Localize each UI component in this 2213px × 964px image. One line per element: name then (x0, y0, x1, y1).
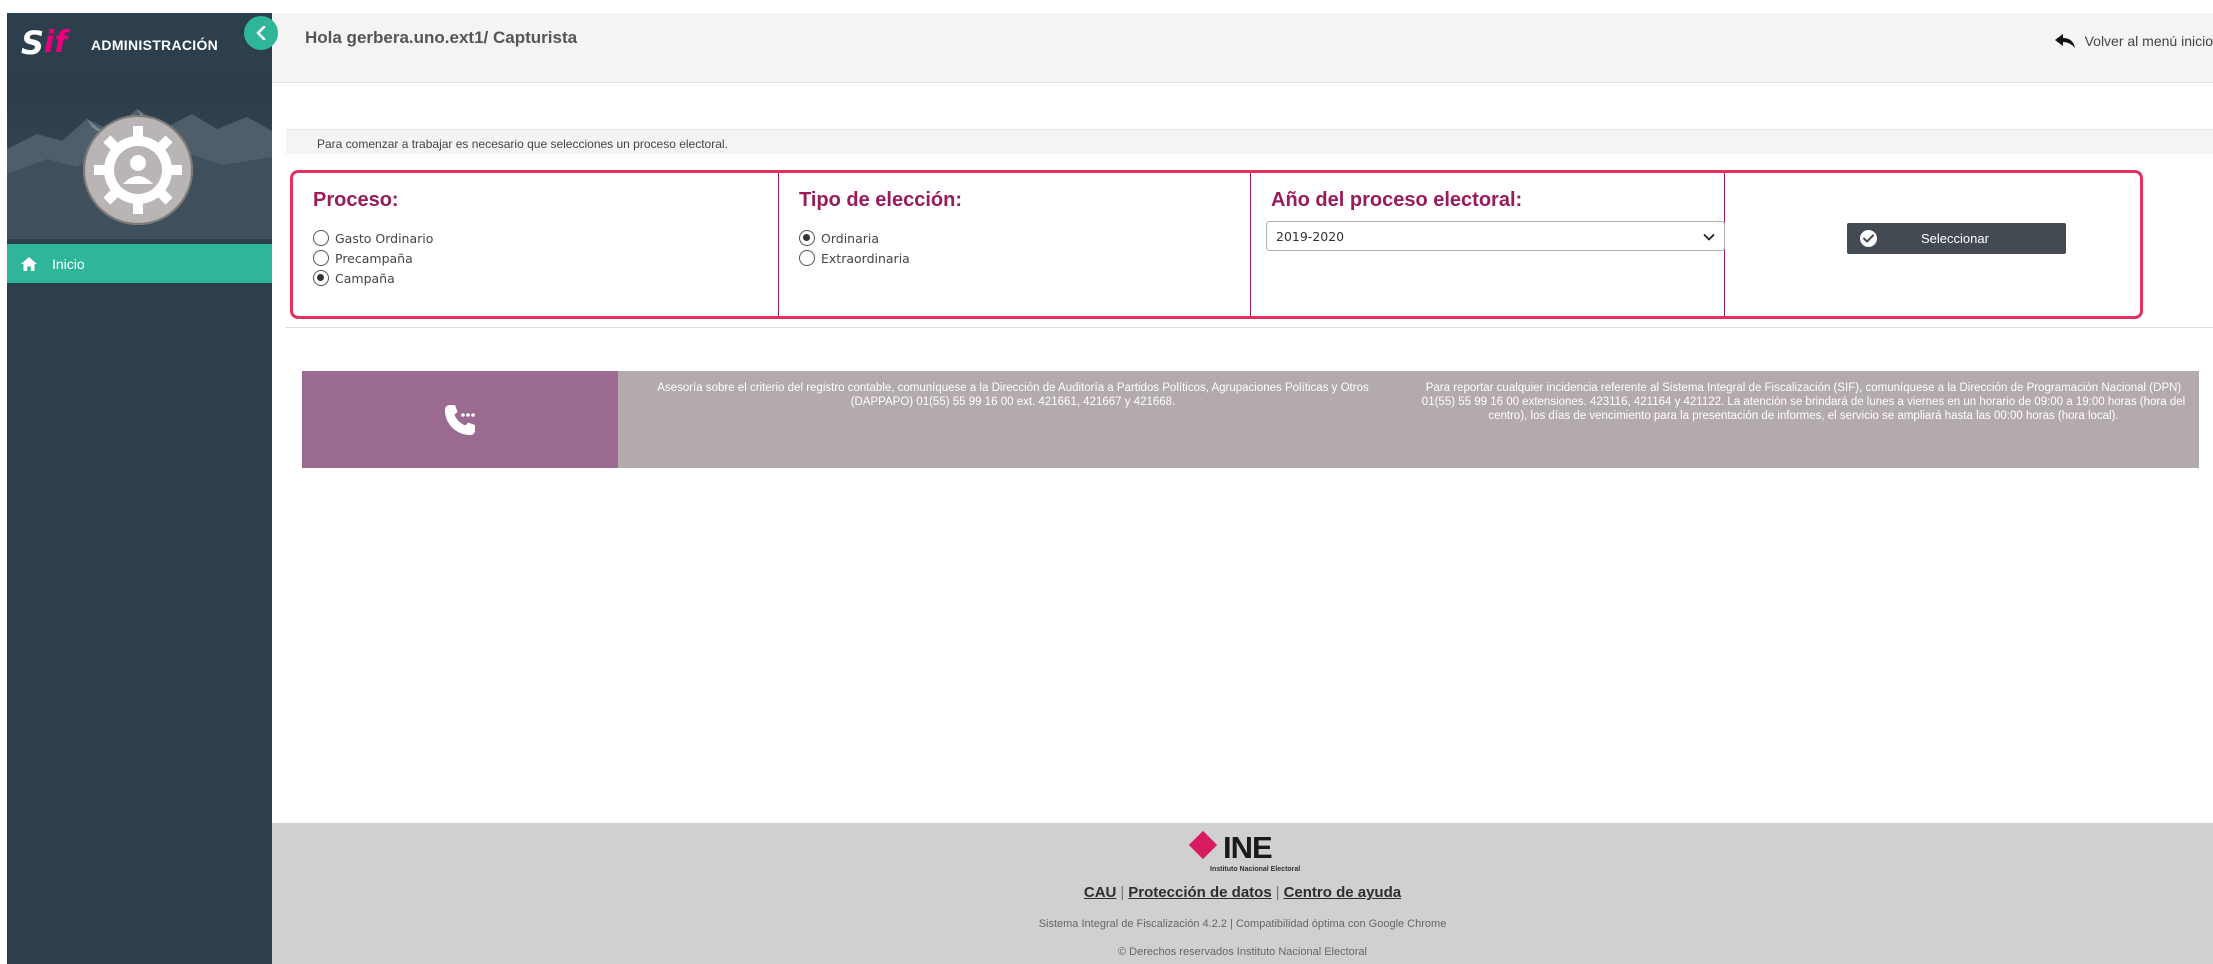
brand-title: ADMINISTRACIÓN (91, 37, 219, 53)
back-to-menu-link[interactable]: Volver al menú inicio (2054, 33, 2213, 49)
year-select-value: 2019-2020 (1276, 229, 1345, 244)
centro-ayuda-link[interactable]: Centro de ayuda (1284, 884, 1402, 901)
anio-proceso-column: Año del proceso electoral: 2019-2020 (1251, 173, 1725, 316)
proteccion-datos-link[interactable]: Protección de datos (1128, 884, 1271, 901)
ine-diamond-icon (1188, 830, 1218, 860)
sidebar-item-label: Inicio (52, 255, 85, 272)
tipo-eleccion-title: Tipo de elección: (799, 189, 962, 211)
tipo-eleccion-radio-group: Ordinaria Extraordinaria (799, 228, 910, 268)
check-circle-icon (1860, 230, 1877, 247)
chevron-left-icon (256, 26, 266, 40)
user-gear-icon (94, 126, 182, 214)
seleccionar-button[interactable]: Seleccionar (1847, 223, 2066, 254)
avatar (83, 115, 193, 225)
link-separator: | (1120, 884, 1125, 901)
year-select[interactable]: 2019-2020 (1266, 221, 1725, 251)
contact-text-dappapo: Asesoría sobre el criterio del registro … (657, 382, 1369, 408)
ine-logo: INE Instituto Nacional Electoral (1188, 830, 1313, 876)
instruction-notice: Para comenzar a trabajar es necesario qu… (286, 129, 2213, 154)
contact-text-dpn: Para reportar cualquier incidencia refer… (1421, 382, 2186, 422)
app-root: S if ADMINISTRACIÓN Inicio Hola gerbera.… (0, 0, 2213, 964)
radio-label: Ordinaria (821, 230, 880, 246)
anio-proceso-title: Año del proceso electoral: (1271, 189, 1523, 211)
divider (286, 327, 2213, 328)
footer-links: CAU | Protección de datos | Centro de ayuda (272, 884, 2213, 901)
proceso-radio-group: Gasto Ordinario Precampaña Campaña (313, 228, 433, 288)
radio-precampana[interactable]: Precampaña (313, 248, 433, 268)
ine-logo-text: INE (1223, 830, 1273, 865)
phone-icon (445, 404, 475, 435)
chevron-down-icon (1703, 234, 1715, 241)
action-column: Seleccionar (1725, 173, 2140, 316)
radio-label: Campaña (335, 270, 395, 286)
tipo-eleccion-column: Tipo de elección: Ordinaria Extraordinar… (779, 173, 1251, 316)
collapse-sidebar-button[interactable] (244, 16, 278, 50)
footer: INE Instituto Nacional Electoral CAU | Pro… (272, 823, 2213, 964)
radio-gasto-ordinario[interactable]: Gasto Ordinario (313, 228, 433, 248)
logo-if: if (44, 25, 68, 60)
radio-label: Precampaña (335, 250, 413, 266)
sidebar: S if ADMINISTRACIÓN Inicio (7, 13, 272, 964)
radio-button[interactable] (313, 250, 329, 266)
profile-area (7, 79, 272, 239)
radio-button[interactable] (313, 270, 329, 286)
contact-banner: Asesoría sobre el criterio del registro … (302, 371, 2199, 468)
radio-button[interactable] (799, 230, 815, 246)
radio-extraordinaria[interactable]: Extraordinaria (799, 248, 910, 268)
radio-label: Extraordinaria (821, 250, 910, 266)
footer-copyright: © Derechos reservados Instituto Nacional… (1118, 946, 1367, 958)
proceso-title: Proceso: (313, 189, 399, 211)
seleccionar-label: Seleccionar (1921, 231, 1989, 246)
radio-ordinaria[interactable]: Ordinaria (799, 228, 910, 248)
header: Hola gerbera.uno.ext1/ Capturista Volver… (272, 13, 2213, 83)
reply-arrow-icon (2054, 33, 2075, 49)
process-selector: Proceso: Gasto Ordinario Precampaña Camp… (290, 170, 2143, 319)
footer-version: Sistema Integral de Fiscalización 4.2.2 … (1038, 918, 1447, 930)
user-greeting: Hola gerbera.uno.ext1/ Capturista (305, 28, 578, 47)
radio-label: Gasto Ordinario (335, 230, 434, 246)
brand-logo: S if ADMINISTRACIÓN (7, 13, 272, 79)
ine-logo-subtitle: Instituto Nacional Electoral (1210, 866, 1301, 873)
sidebar-item-inicio[interactable]: Inicio (7, 244, 272, 283)
cau-link[interactable]: CAU (1084, 884, 1117, 901)
radio-button[interactable] (313, 230, 329, 246)
radio-campana[interactable]: Campaña (313, 268, 433, 288)
radio-button[interactable] (799, 250, 815, 266)
link-separator: | (1275, 884, 1280, 901)
back-link-label: Volver al menú inicio (2084, 33, 2213, 49)
phone-block (302, 371, 618, 468)
home-icon (20, 255, 38, 273)
proceso-column: Proceso: Gasto Ordinario Precampaña Camp… (293, 173, 779, 316)
logo-s: S (21, 24, 45, 62)
